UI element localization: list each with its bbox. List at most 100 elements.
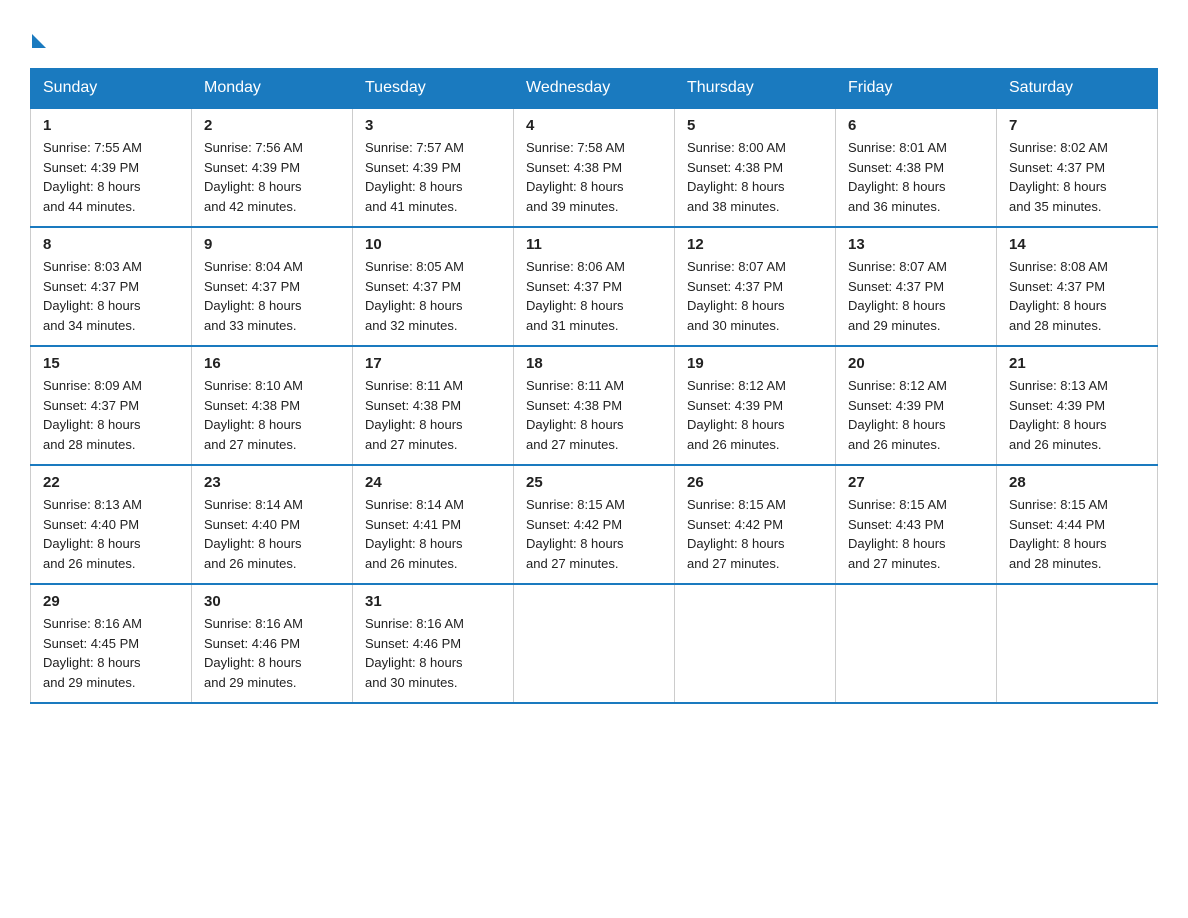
day-header-saturday: Saturday [997, 69, 1158, 109]
day-info: Sunrise: 8:16 AMSunset: 4:46 PMDaylight:… [365, 614, 501, 692]
calendar-cell: 18 Sunrise: 8:11 AMSunset: 4:38 PMDaylig… [514, 346, 675, 465]
day-number: 13 [848, 236, 984, 253]
calendar-cell: 6 Sunrise: 8:01 AMSunset: 4:38 PMDayligh… [836, 108, 997, 227]
day-number: 23 [204, 474, 340, 491]
week-row-3: 15 Sunrise: 8:09 AMSunset: 4:37 PMDaylig… [31, 346, 1158, 465]
calendar-cell: 26 Sunrise: 8:15 AMSunset: 4:42 PMDaylig… [675, 465, 836, 584]
day-info: Sunrise: 8:13 AMSunset: 4:39 PMDaylight:… [1009, 376, 1145, 454]
day-number: 22 [43, 474, 179, 491]
day-info: Sunrise: 8:10 AMSunset: 4:38 PMDaylight:… [204, 376, 340, 454]
calendar-cell: 7 Sunrise: 8:02 AMSunset: 4:37 PMDayligh… [997, 108, 1158, 227]
calendar-cell [514, 584, 675, 703]
week-row-4: 22 Sunrise: 8:13 AMSunset: 4:40 PMDaylig… [31, 465, 1158, 584]
calendar-cell: 13 Sunrise: 8:07 AMSunset: 4:37 PMDaylig… [836, 227, 997, 346]
day-header-sunday: Sunday [31, 69, 192, 109]
calendar-cell: 10 Sunrise: 8:05 AMSunset: 4:37 PMDaylig… [353, 227, 514, 346]
calendar-cell: 11 Sunrise: 8:06 AMSunset: 4:37 PMDaylig… [514, 227, 675, 346]
day-number: 30 [204, 593, 340, 610]
day-number: 12 [687, 236, 823, 253]
day-number: 28 [1009, 474, 1145, 491]
day-number: 5 [687, 117, 823, 134]
day-info: Sunrise: 8:07 AMSunset: 4:37 PMDaylight:… [687, 257, 823, 335]
day-number: 29 [43, 593, 179, 610]
calendar-cell [675, 584, 836, 703]
calendar-cell: 19 Sunrise: 8:12 AMSunset: 4:39 PMDaylig… [675, 346, 836, 465]
day-info: Sunrise: 7:56 AMSunset: 4:39 PMDaylight:… [204, 138, 340, 216]
day-number: 21 [1009, 355, 1145, 372]
day-info: Sunrise: 7:58 AMSunset: 4:38 PMDaylight:… [526, 138, 662, 216]
day-number: 6 [848, 117, 984, 134]
day-info: Sunrise: 7:57 AMSunset: 4:39 PMDaylight:… [365, 138, 501, 216]
day-number: 24 [365, 474, 501, 491]
day-number: 10 [365, 236, 501, 253]
day-number: 27 [848, 474, 984, 491]
day-header-wednesday: Wednesday [514, 69, 675, 109]
day-info: Sunrise: 8:14 AMSunset: 4:40 PMDaylight:… [204, 495, 340, 573]
week-row-1: 1 Sunrise: 7:55 AMSunset: 4:39 PMDayligh… [31, 108, 1158, 227]
day-info: Sunrise: 7:55 AMSunset: 4:39 PMDaylight:… [43, 138, 179, 216]
calendar-cell: 9 Sunrise: 8:04 AMSunset: 4:37 PMDayligh… [192, 227, 353, 346]
calendar-cell: 8 Sunrise: 8:03 AMSunset: 4:37 PMDayligh… [31, 227, 192, 346]
calendar-cell: 5 Sunrise: 8:00 AMSunset: 4:38 PMDayligh… [675, 108, 836, 227]
calendar-cell [836, 584, 997, 703]
calendar-cell: 2 Sunrise: 7:56 AMSunset: 4:39 PMDayligh… [192, 108, 353, 227]
day-info: Sunrise: 8:07 AMSunset: 4:37 PMDaylight:… [848, 257, 984, 335]
day-number: 17 [365, 355, 501, 372]
day-info: Sunrise: 8:16 AMSunset: 4:45 PMDaylight:… [43, 614, 179, 692]
day-info: Sunrise: 8:05 AMSunset: 4:37 PMDaylight:… [365, 257, 501, 335]
day-header-monday: Monday [192, 69, 353, 109]
day-number: 14 [1009, 236, 1145, 253]
day-number: 8 [43, 236, 179, 253]
calendar-cell: 3 Sunrise: 7:57 AMSunset: 4:39 PMDayligh… [353, 108, 514, 227]
calendar-cell: 12 Sunrise: 8:07 AMSunset: 4:37 PMDaylig… [675, 227, 836, 346]
week-row-2: 8 Sunrise: 8:03 AMSunset: 4:37 PMDayligh… [31, 227, 1158, 346]
day-number: 1 [43, 117, 179, 134]
day-info: Sunrise: 8:02 AMSunset: 4:37 PMDaylight:… [1009, 138, 1145, 216]
day-info: Sunrise: 8:15 AMSunset: 4:43 PMDaylight:… [848, 495, 984, 573]
day-number: 20 [848, 355, 984, 372]
day-info: Sunrise: 8:06 AMSunset: 4:37 PMDaylight:… [526, 257, 662, 335]
calendar-cell: 20 Sunrise: 8:12 AMSunset: 4:39 PMDaylig… [836, 346, 997, 465]
day-number: 31 [365, 593, 501, 610]
day-number: 16 [204, 355, 340, 372]
calendar-cell: 29 Sunrise: 8:16 AMSunset: 4:45 PMDaylig… [31, 584, 192, 703]
calendar-cell: 14 Sunrise: 8:08 AMSunset: 4:37 PMDaylig… [997, 227, 1158, 346]
calendar-cell: 21 Sunrise: 8:13 AMSunset: 4:39 PMDaylig… [997, 346, 1158, 465]
calendar-cell: 28 Sunrise: 8:15 AMSunset: 4:44 PMDaylig… [997, 465, 1158, 584]
day-number: 2 [204, 117, 340, 134]
calendar-cell: 15 Sunrise: 8:09 AMSunset: 4:37 PMDaylig… [31, 346, 192, 465]
logo [30, 30, 46, 48]
day-info: Sunrise: 8:11 AMSunset: 4:38 PMDaylight:… [365, 376, 501, 454]
calendar-cell: 27 Sunrise: 8:15 AMSunset: 4:43 PMDaylig… [836, 465, 997, 584]
calendar-cell [997, 584, 1158, 703]
day-info: Sunrise: 8:03 AMSunset: 4:37 PMDaylight:… [43, 257, 179, 335]
day-number: 18 [526, 355, 662, 372]
day-number: 15 [43, 355, 179, 372]
day-info: Sunrise: 8:13 AMSunset: 4:40 PMDaylight:… [43, 495, 179, 573]
day-info: Sunrise: 8:16 AMSunset: 4:46 PMDaylight:… [204, 614, 340, 692]
day-info: Sunrise: 8:15 AMSunset: 4:42 PMDaylight:… [687, 495, 823, 573]
day-number: 19 [687, 355, 823, 372]
day-info: Sunrise: 8:04 AMSunset: 4:37 PMDaylight:… [204, 257, 340, 335]
day-info: Sunrise: 8:11 AMSunset: 4:38 PMDaylight:… [526, 376, 662, 454]
calendar-cell: 30 Sunrise: 8:16 AMSunset: 4:46 PMDaylig… [192, 584, 353, 703]
day-info: Sunrise: 8:00 AMSunset: 4:38 PMDaylight:… [687, 138, 823, 216]
day-info: Sunrise: 8:15 AMSunset: 4:42 PMDaylight:… [526, 495, 662, 573]
day-info: Sunrise: 8:01 AMSunset: 4:38 PMDaylight:… [848, 138, 984, 216]
day-header-tuesday: Tuesday [353, 69, 514, 109]
day-info: Sunrise: 8:12 AMSunset: 4:39 PMDaylight:… [687, 376, 823, 454]
calendar-cell: 25 Sunrise: 8:15 AMSunset: 4:42 PMDaylig… [514, 465, 675, 584]
calendar-cell: 31 Sunrise: 8:16 AMSunset: 4:46 PMDaylig… [353, 584, 514, 703]
day-info: Sunrise: 8:09 AMSunset: 4:37 PMDaylight:… [43, 376, 179, 454]
day-info: Sunrise: 8:12 AMSunset: 4:39 PMDaylight:… [848, 376, 984, 454]
days-header-row: SundayMondayTuesdayWednesdayThursdayFrid… [31, 69, 1158, 109]
calendar-cell: 1 Sunrise: 7:55 AMSunset: 4:39 PMDayligh… [31, 108, 192, 227]
calendar-cell: 16 Sunrise: 8:10 AMSunset: 4:38 PMDaylig… [192, 346, 353, 465]
calendar-cell: 22 Sunrise: 8:13 AMSunset: 4:40 PMDaylig… [31, 465, 192, 584]
logo-triangle-icon [32, 34, 46, 48]
day-header-friday: Friday [836, 69, 997, 109]
day-number: 9 [204, 236, 340, 253]
calendar-table: SundayMondayTuesdayWednesdayThursdayFrid… [30, 68, 1158, 704]
calendar-cell: 23 Sunrise: 8:14 AMSunset: 4:40 PMDaylig… [192, 465, 353, 584]
day-number: 11 [526, 236, 662, 253]
